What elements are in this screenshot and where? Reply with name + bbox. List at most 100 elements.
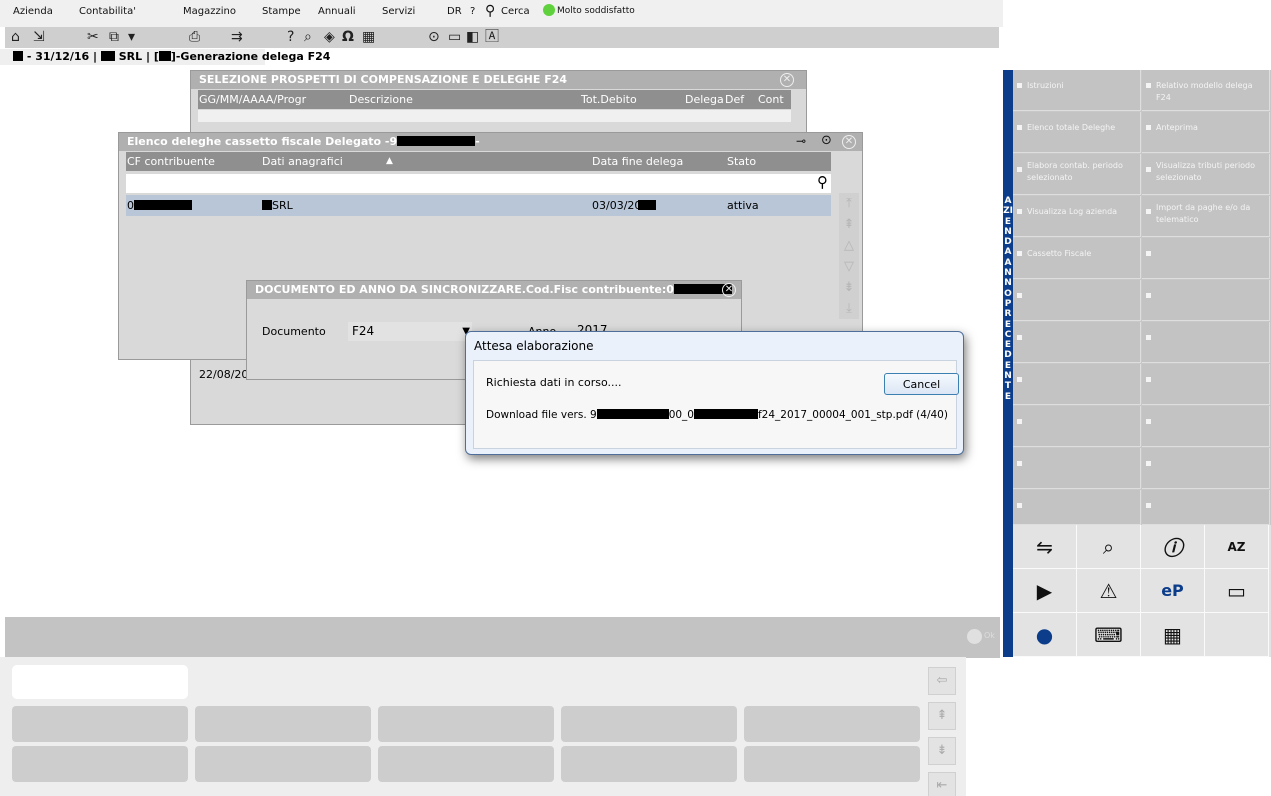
col-header[interactable]: Def: [725, 90, 744, 109]
exit-icon[interactable]: ⇲: [33, 28, 45, 46]
sw-logo-icon[interactable]: ●: [1013, 613, 1077, 657]
home-icon[interactable]: ⌂: [11, 28, 20, 46]
function-key[interactable]: [744, 706, 920, 742]
col-header[interactable]: Cont: [758, 90, 784, 109]
empty-button[interactable]: [1142, 280, 1270, 321]
copy-icon[interactable]: ⧉: [109, 28, 119, 46]
empty-button[interactable]: [1142, 364, 1270, 405]
empty-button[interactable]: [1013, 364, 1141, 405]
page-down-icon[interactable]: ⇟: [928, 737, 956, 765]
empty-button[interactable]: [1013, 490, 1141, 525]
visualizza-log-button[interactable]: Visualizza Log azienda: [1013, 196, 1141, 237]
menu-dr[interactable]: DR: [447, 6, 462, 17]
back-arrow-icon[interactable]: ⇦: [928, 667, 956, 695]
menu-contabilita[interactable]: Contabilita': [79, 6, 136, 17]
function-key[interactable]: [12, 746, 188, 782]
export-icon[interactable]: ⇉: [231, 28, 243, 46]
menu-azienda[interactable]: Azienda: [13, 6, 53, 17]
help-icon[interactable]: ?: [287, 28, 294, 46]
first-page-icon[interactable]: ⤒: [839, 193, 859, 214]
function-key[interactable]: [378, 746, 554, 782]
print-icon[interactable]: ⎙: [189, 28, 200, 46]
vertical-scroll-nav[interactable]: ⤒ ⇞ △ ▽ ⇟ ⤓: [839, 193, 859, 319]
menu-help[interactable]: ?: [470, 6, 475, 17]
search-icon[interactable]: ⚲: [817, 173, 828, 191]
transfer-icon[interactable]: ⇋: [1013, 525, 1077, 569]
col-header[interactable]: GG/MM/AAAA/Progr: [199, 90, 306, 109]
video-icon[interactable]: ▶: [1013, 569, 1077, 613]
empty-button[interactable]: [1013, 322, 1141, 363]
page-up-icon[interactable]: ⇞: [928, 702, 956, 730]
close-icon[interactable]: ✕: [842, 135, 856, 149]
first-icon[interactable]: ⇤: [928, 772, 956, 796]
omega-icon[interactable]: Ω: [342, 28, 354, 46]
close-icon[interactable]: ✕: [722, 283, 736, 297]
last-page-icon[interactable]: ⤓: [839, 298, 859, 319]
pin-icon[interactable]: ⊸: [796, 134, 806, 148]
grid-icon[interactable]: ▦: [1141, 613, 1205, 657]
info-icon[interactable]: ⓘ: [1141, 525, 1205, 569]
ep-lock-icon[interactable]: eP: [1141, 569, 1205, 613]
empty-button[interactable]: [1142, 406, 1270, 447]
cassetto-fiscale-button[interactable]: Cassetto Fiscale: [1013, 238, 1141, 279]
empty-button[interactable]: [1013, 406, 1141, 447]
page-up-icon[interactable]: ⇞: [839, 214, 859, 235]
col-header[interactable]: Descrizione: [349, 90, 413, 109]
elenco-totale-deleghe-button[interactable]: Elenco totale Deleghe: [1013, 112, 1141, 153]
col-header[interactable]: Dati anagrafici: [262, 152, 343, 171]
empty-button[interactable]: [1142, 322, 1270, 363]
menu-feedback[interactable]: Molto soddisfatto: [557, 6, 635, 16]
function-key[interactable]: [561, 746, 737, 782]
function-key[interactable]: [744, 746, 920, 782]
col-header[interactable]: Data fine delega: [592, 152, 683, 171]
az-sort-icon[interactable]: AZ: [1205, 525, 1269, 569]
search-file-icon[interactable]: ⌕: [1077, 525, 1141, 569]
keyboard-icon[interactable]: ⌨: [1077, 613, 1141, 657]
ok-label[interactable]: Ok: [984, 631, 995, 640]
relativo-modello-button[interactable]: Relativo modello delega F24: [1142, 70, 1270, 111]
radio-icon[interactable]: ⊙: [428, 28, 440, 46]
function-key[interactable]: [561, 706, 737, 742]
cancel-button[interactable]: Cancel: [884, 373, 959, 395]
calculator-icon[interactable]: ▦: [362, 28, 375, 46]
monitor-icon[interactable]: ▭: [448, 28, 461, 46]
empty-button[interactable]: [1142, 238, 1270, 279]
empty-button[interactable]: [1142, 490, 1270, 525]
font-icon[interactable]: 🄰: [485, 28, 499, 46]
col-header[interactable]: Delega: [685, 90, 724, 109]
ok-icon[interactable]: [967, 629, 982, 644]
col-header[interactable]: Tot.Debito: [581, 90, 637, 109]
import-paghe-button[interactable]: Import da paghe e/o da telematico: [1142, 196, 1270, 237]
smiley-icon[interactable]: [543, 4, 555, 16]
chart-warning-icon[interactable]: ⚠: [1077, 569, 1141, 613]
elabora-contab-button[interactable]: Elabora contab. periodo selezionato: [1013, 154, 1141, 195]
col-header[interactable]: Stato: [727, 152, 756, 171]
col-header[interactable]: CF contribuente: [127, 152, 215, 171]
window-icon[interactable]: ◧: [466, 28, 479, 46]
table-row[interactable]: 0 SRL 03/03/20 attiva: [126, 195, 831, 216]
empty-button[interactable]: [1013, 448, 1141, 489]
menu-servizi[interactable]: Servizi: [382, 6, 415, 17]
search-doc-icon[interactable]: ⌕: [304, 28, 312, 46]
visualizza-tributi-button[interactable]: Visualizza tributi periodo selezionato: [1142, 154, 1270, 195]
card-icon[interactable]: ▭: [1205, 569, 1269, 613]
menu-annuali[interactable]: Annuali: [318, 6, 356, 17]
cut-icon[interactable]: ✂: [87, 28, 99, 46]
up-icon[interactable]: △: [839, 235, 859, 256]
empty-button[interactable]: [1013, 280, 1141, 321]
eraser-icon[interactable]: ◈: [324, 28, 335, 46]
page-down-icon[interactable]: ⇟: [839, 277, 859, 298]
empty-button[interactable]: [1142, 448, 1270, 489]
function-key[interactable]: [195, 706, 371, 742]
search-icon[interactable]: ⚲: [485, 3, 495, 19]
elenco-search-input[interactable]: ⚲: [126, 173, 831, 193]
close-icon[interactable]: ✕: [780, 73, 794, 87]
documento-select[interactable]: F24 ▼: [348, 322, 472, 341]
down-icon[interactable]: ▽: [839, 256, 859, 277]
selezione-filter-row[interactable]: [198, 110, 791, 122]
command-input[interactable]: [12, 665, 188, 699]
menu-stampe[interactable]: Stampe: [262, 6, 301, 17]
anteprima-button[interactable]: Anteprima: [1142, 112, 1270, 153]
function-key[interactable]: [12, 706, 188, 742]
dropdown-icon[interactable]: ▾: [128, 28, 135, 46]
